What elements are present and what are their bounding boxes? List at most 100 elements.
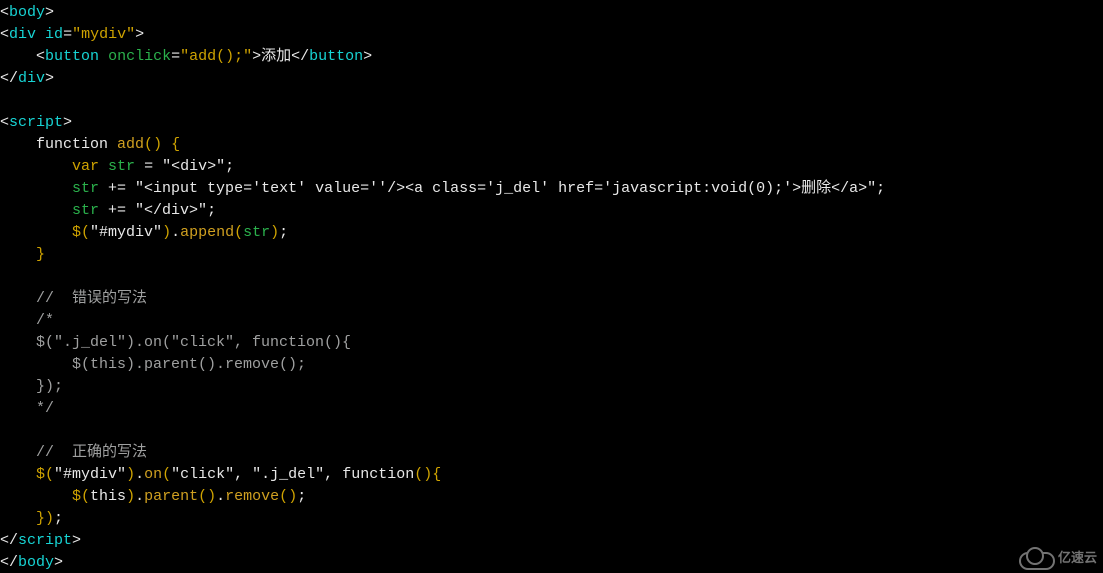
code-token: [0, 48, 36, 65]
code-token: (: [198, 488, 207, 505]
code-token: (: [81, 224, 90, 241]
code-token: /*: [0, 312, 54, 329]
code-token: $(".j_del").on("click", function(){: [0, 334, 351, 351]
code-token: // 正确的写法: [0, 444, 147, 461]
code-token: });: [0, 378, 63, 395]
code-line: </script>: [0, 532, 81, 549]
code-token: </: [0, 70, 18, 87]
code-token: add: [117, 136, 144, 153]
code-token: onclick: [108, 48, 171, 65]
code-token: ): [162, 224, 171, 241]
code-token: =: [171, 48, 180, 65]
code-token: .: [216, 488, 225, 505]
code-token: [0, 224, 72, 241]
code-token: (: [414, 466, 423, 483]
code-token: ;: [876, 180, 885, 197]
code-token: >: [63, 114, 72, 131]
code-token: ): [288, 488, 297, 505]
code-token: "click": [171, 466, 234, 483]
code-token: [0, 510, 36, 527]
code-token: $: [72, 488, 81, 505]
code-token: ,: [234, 466, 252, 483]
code-token: ): [45, 510, 54, 527]
code-token: function: [0, 136, 117, 153]
code-line: <button onclick="add();">添加</button>: [0, 48, 372, 65]
code-token: [0, 268, 9, 285]
code-block: <body> <div id="mydiv"> <button onclick=…: [0, 0, 1103, 573]
code-token: {: [432, 466, 441, 483]
code-token: +=: [99, 180, 135, 197]
code-token: str: [108, 158, 135, 175]
code-token: (: [234, 224, 243, 241]
code-token: <: [36, 48, 45, 65]
code-token: {: [171, 136, 180, 153]
code-token: ;: [225, 158, 234, 175]
code-token: [162, 136, 171, 153]
code-token: [0, 158, 72, 175]
code-token: ): [423, 466, 432, 483]
code-token: (: [81, 488, 90, 505]
code-line: <script>: [0, 114, 72, 131]
code-token: [0, 92, 9, 109]
code-token: .: [171, 224, 180, 241]
code-line: });: [0, 510, 63, 527]
code-token: script: [9, 114, 63, 131]
code-token: [0, 202, 72, 219]
code-token: "<input type='text' value=''/><a class='…: [135, 180, 876, 197]
code-line: [0, 268, 9, 285]
code-token: (: [162, 466, 171, 483]
code-token: remove: [225, 488, 279, 505]
code-token: }: [36, 510, 45, 527]
code-token: body: [18, 554, 54, 571]
code-token: ;: [297, 488, 306, 505]
code-token: div: [18, 70, 45, 87]
code-token: ;: [54, 510, 63, 527]
code-token: +=: [99, 202, 135, 219]
code-token: </: [291, 48, 309, 65]
code-token: [99, 158, 108, 175]
code-token: ): [270, 224, 279, 241]
code-token: id: [45, 26, 63, 43]
code-token: [0, 246, 36, 263]
code-token: =: [63, 26, 72, 43]
code-token: var: [72, 158, 99, 175]
code-line: $("#mydiv").append(str);: [0, 224, 288, 241]
code-token: this: [90, 488, 126, 505]
code-token: ): [126, 488, 135, 505]
code-line: $(this).parent().remove();: [0, 356, 306, 373]
code-token: ".j_del": [252, 466, 324, 483]
code-token: append: [180, 224, 234, 241]
code-token: "mydiv": [72, 26, 135, 43]
code-token: ;: [207, 202, 216, 219]
code-token: >: [54, 554, 63, 571]
code-token: $: [72, 224, 81, 241]
code-line: [0, 422, 9, 439]
code-token: [36, 26, 45, 43]
code-line: */: [0, 400, 54, 417]
code-token: <: [0, 26, 9, 43]
code-token: $(this).parent().remove();: [0, 356, 306, 373]
code-token: </: [0, 554, 18, 571]
code-token: function: [342, 466, 414, 483]
code-token: button: [309, 48, 363, 65]
code-token: }: [36, 246, 45, 263]
code-token: >: [45, 4, 54, 21]
code-token: */: [0, 400, 54, 417]
code-token: div: [9, 26, 36, 43]
code-token: "<div>": [162, 158, 225, 175]
code-token: ;: [279, 224, 288, 241]
code-token: "#mydiv": [90, 224, 162, 241]
code-token: [0, 422, 9, 439]
code-token: ): [207, 488, 216, 505]
code-line: str += "<input type='text' value=''/><a …: [0, 180, 885, 197]
code-token: ,: [324, 466, 342, 483]
code-token: </: [0, 532, 18, 549]
code-token: [0, 466, 36, 483]
code-token: [99, 48, 108, 65]
code-token: (: [279, 488, 288, 505]
code-line: /*: [0, 312, 54, 329]
code-token: str: [72, 180, 99, 197]
code-token: button: [45, 48, 99, 65]
code-token: <: [0, 114, 9, 131]
code-line: <div id="mydiv">: [0, 26, 144, 43]
